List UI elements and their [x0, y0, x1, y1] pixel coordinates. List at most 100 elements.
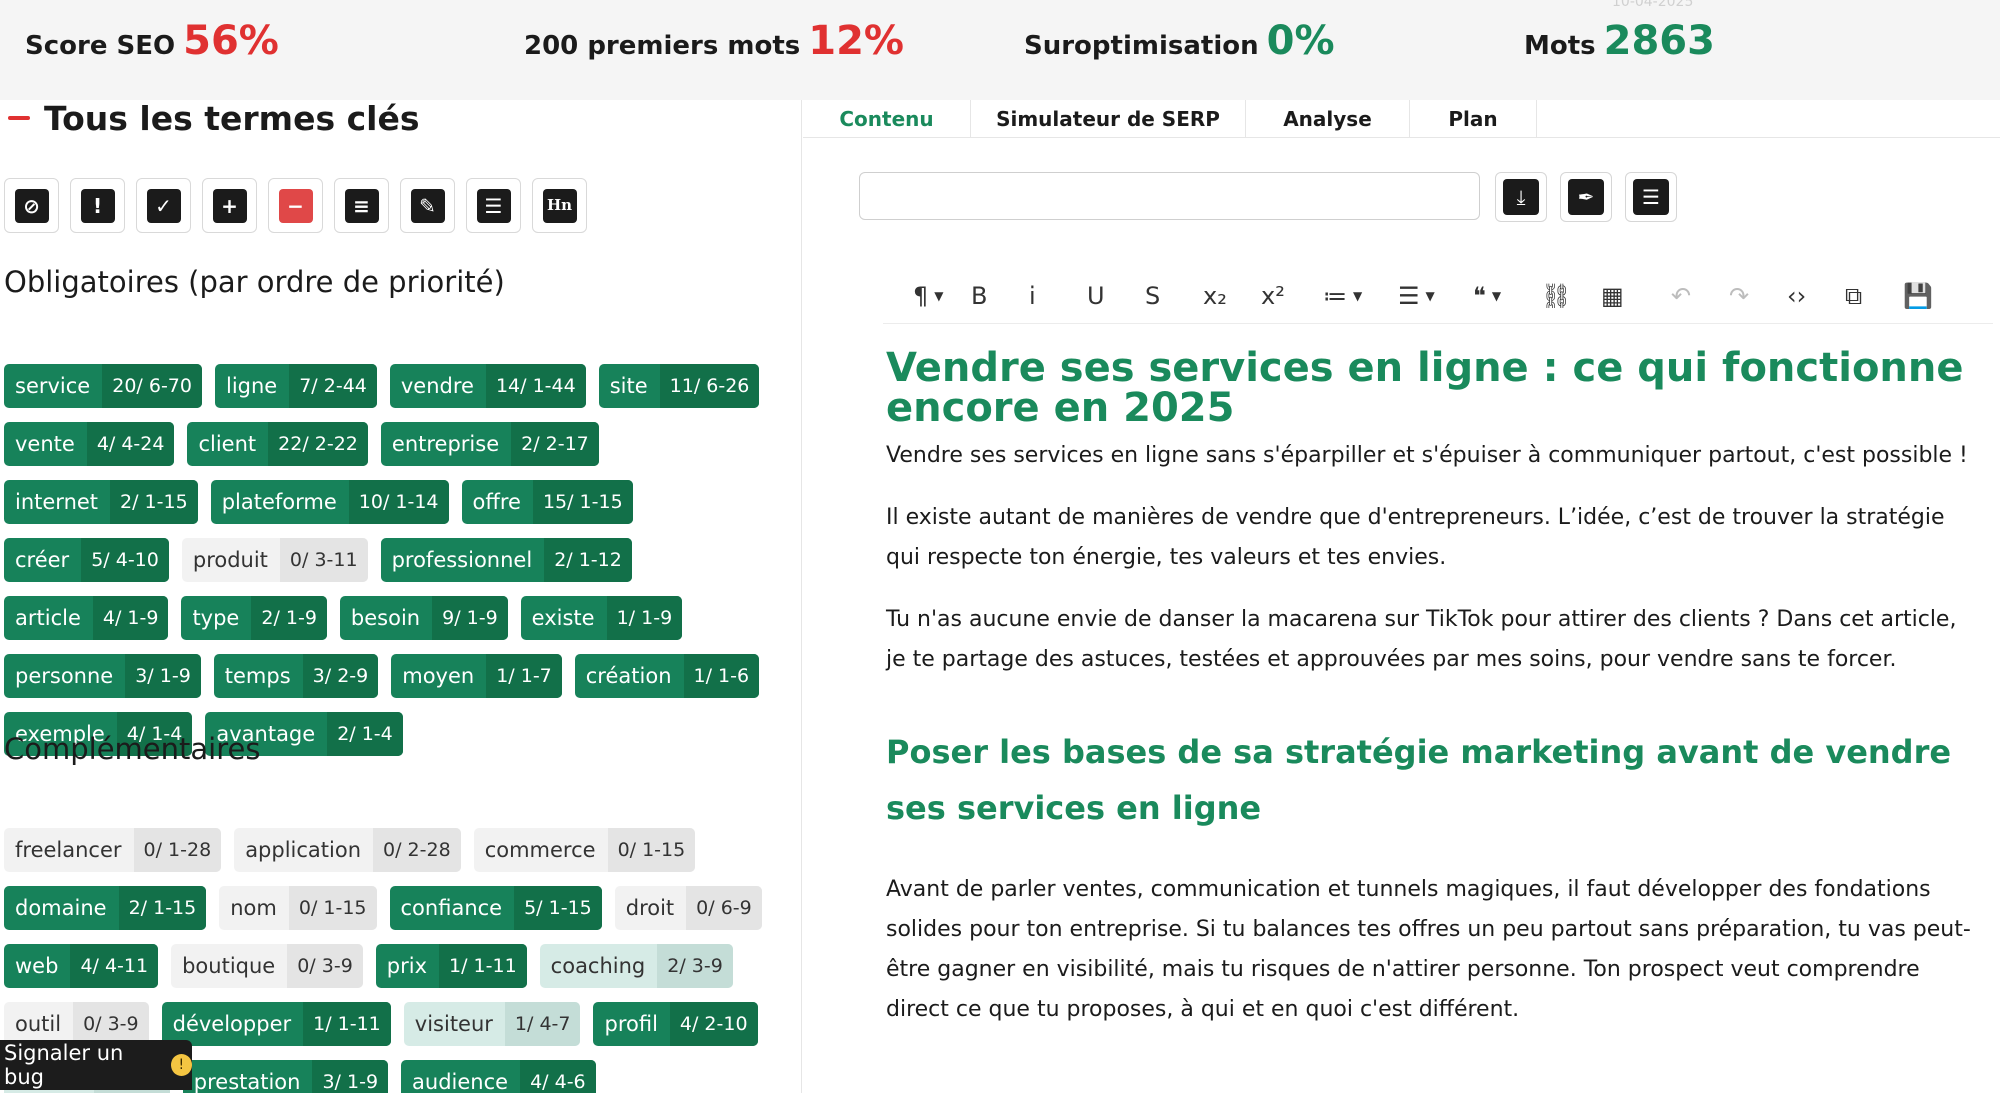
bullet-list-button[interactable]: ☰ ▼: [1398, 276, 1435, 316]
keyword-chip[interactable]: internet 2/ 1-15: [4, 480, 198, 524]
keyword-chip[interactable]: produit 0/ 3-11: [181, 538, 368, 582]
keyword-chip[interactable]: article 4/ 1-9: [4, 596, 169, 640]
keyword-chip[interactable]: nom 0/ 1-15: [219, 886, 377, 930]
meta-title-input[interactable]: [859, 172, 1480, 220]
article-editor[interactable]: Vendre ses services en ligne : ce qui fo…: [886, 348, 1976, 1030]
keyword-chip[interactable]: moyen 1/ 1-7: [391, 654, 562, 698]
filter-hide-button[interactable]: ⊘: [4, 178, 59, 233]
keyword-term: moyen: [402, 664, 475, 688]
keyword-chip[interactable]: vendre 14/ 1-44: [389, 364, 586, 408]
keyword-chip[interactable]: service 20/ 6-70: [4, 364, 202, 408]
keyword-chip[interactable]: créer 5/ 4-10: [4, 538, 169, 582]
tab-content[interactable]: Contenu: [803, 100, 971, 138]
keyword-term: professionnel: [391, 548, 533, 572]
keyword-chip[interactable]: coaching 2/ 3-9: [539, 944, 733, 988]
keyword-chip[interactable]: client 22/ 2-22: [187, 422, 368, 466]
keyword-chip[interactable]: visiteur 1/ 4-7: [403, 1002, 581, 1046]
dropdown-caret-icon[interactable]: ▼: [1492, 289, 1501, 303]
keyword-chip[interactable]: personne 3/ 1-9: [4, 654, 201, 698]
keywords-section-header[interactable]: Tous les termes clés: [4, 100, 419, 138]
filter-add-button[interactable]: +: [202, 178, 257, 233]
copy-button[interactable]: ⧉: [1845, 276, 1862, 316]
report-bug-button[interactable]: Signaler un bug !: [0, 1040, 192, 1090]
save-button[interactable]: 💾: [1903, 276, 1933, 316]
keyword-chip[interactable]: développer 1/ 1-11: [161, 1002, 391, 1046]
keyword-chip[interactable]: offre 15/ 1-15: [461, 480, 633, 524]
table-button[interactable]: ▦: [1601, 276, 1624, 316]
strikethrough-button[interactable]: S: [1145, 276, 1160, 316]
keyword-chip[interactable]: entreprise 2/ 2-17: [380, 422, 599, 466]
keyword-chip[interactable]: boutique 0/ 3-9: [171, 944, 363, 988]
keyword-chip[interactable]: ligne 7/ 2-44: [214, 364, 377, 408]
keyword-term: nom: [230, 896, 277, 920]
keyword-chip[interactable]: commerce 0/ 1-15: [473, 828, 696, 872]
filter-remove-button[interactable]: −: [268, 178, 323, 233]
keyword-term: prestation: [193, 1070, 301, 1093]
ordered-list-icon: ≔: [1323, 282, 1347, 310]
keyword-chip[interactable]: application 0/ 2-28: [234, 828, 461, 872]
keyword-term: site: [609, 374, 648, 398]
keyword-chip[interactable]: freelancer 0/ 1-28: [4, 828, 222, 872]
quote-button[interactable]: ❝ ▼: [1473, 276, 1501, 316]
filter-text-button[interactable]: ☰: [466, 178, 521, 233]
superscript-icon: x²: [1261, 282, 1285, 310]
rewrite-button[interactable]: ✒: [1560, 172, 1612, 222]
keyword-chip[interactable]: site 11/ 6-26: [598, 364, 760, 408]
keyword-chip[interactable]: web 4/ 4-11: [4, 944, 159, 988]
keyword-chip[interactable]: création 1/ 1-6: [574, 654, 760, 698]
collapse-minus-icon[interactable]: [8, 116, 30, 120]
keyword-chip[interactable]: existe 1/ 1-9: [520, 596, 683, 640]
superscript-button[interactable]: x²: [1261, 276, 1285, 316]
keyword-chip[interactable]: confiance 5/ 1-15: [389, 886, 602, 930]
article-paragraph: Vendre ses services en ligne sans s'épar…: [886, 443, 1968, 468]
keyword-chip[interactable]: plateforme 10/ 1-14: [210, 480, 449, 524]
code-button[interactable]: ‹›: [1787, 276, 1806, 316]
underline-button[interactable]: U: [1087, 276, 1105, 316]
outline-button[interactable]: ☰: [1625, 172, 1677, 222]
paragraph-button[interactable]: ¶ ▼: [913, 276, 944, 316]
keyword-chip[interactable]: type 2/ 1-9: [181, 596, 327, 640]
tab-plan[interactable]: Plan: [1410, 100, 1537, 138]
article-paragraph: Avant de parler ventes, communication et…: [886, 877, 1971, 1022]
dropdown-caret-icon[interactable]: ▼: [934, 289, 943, 303]
redo-button[interactable]: ↷: [1729, 276, 1749, 316]
keyword-count: 22/ 2-22: [268, 422, 368, 466]
keyword-count: 4/ 1-9: [92, 596, 169, 640]
keyword-count: 3/ 1-9: [125, 654, 201, 698]
bold-button[interactable]: B: [971, 276, 987, 316]
tab-analysis[interactable]: Analyse: [1246, 100, 1410, 138]
metric-label: Suroptimisation: [1024, 31, 1259, 61]
italic-button[interactable]: i: [1029, 276, 1036, 316]
keyword-chip[interactable]: vente 4/ 4-24: [4, 422, 175, 466]
keyword-chip[interactable]: profil 4/ 2-10: [593, 1002, 758, 1046]
keyword-count: 0/ 3-11: [279, 538, 368, 582]
keyword-chip[interactable]: droit 0/ 6-9: [614, 886, 762, 930]
link-button[interactable]: ⛓: [1541, 276, 1571, 316]
download-button[interactable]: ⤓: [1495, 172, 1547, 222]
keyword-chip[interactable]: prix 1/ 1-11: [375, 944, 527, 988]
filter-headings-button[interactable]: Hn: [532, 178, 587, 233]
paragraph-icon: ¶: [913, 282, 929, 310]
keyword-term: vente: [15, 432, 75, 456]
keyword-chip[interactable]: audience 4/ 4-6: [401, 1060, 596, 1093]
undo-button[interactable]: ↶: [1671, 276, 1691, 316]
dropdown-caret-icon[interactable]: ▼: [1426, 289, 1435, 303]
save-icon: 💾: [1903, 282, 1933, 310]
tab-serp-simulator[interactable]: Simulateur de SERP: [971, 100, 1246, 138]
keyword-chip[interactable]: professionnel 2/ 1-12: [380, 538, 632, 582]
dropdown-caret-icon[interactable]: ▼: [1353, 289, 1362, 303]
subscript-button[interactable]: x₂: [1203, 276, 1227, 316]
filter-edit-button[interactable]: ✎: [400, 178, 455, 233]
filter-missing-button[interactable]: !: [70, 178, 125, 233]
filter-ok-button[interactable]: ✓: [136, 178, 191, 233]
keyword-chip[interactable]: domaine 2/ 1-15: [4, 886, 207, 930]
keyword-chip[interactable]: prestation 3/ 1-9: [182, 1060, 389, 1093]
keyword-chip[interactable]: temps 3/ 2-9: [213, 654, 379, 698]
article-h1: Vendre ses services en ligne : ce qui fo…: [886, 345, 1964, 431]
keyword-count: 1/ 1-11: [303, 1002, 391, 1046]
ordered-list-button[interactable]: ≔ ▼: [1323, 276, 1362, 316]
filter-burger-button[interactable]: ≡: [334, 178, 389, 233]
keyword-chip[interactable]: besoin 9/ 1-9: [339, 596, 508, 640]
keyword-term: produit: [192, 548, 268, 572]
copy-icon: ⧉: [1845, 282, 1863, 310]
